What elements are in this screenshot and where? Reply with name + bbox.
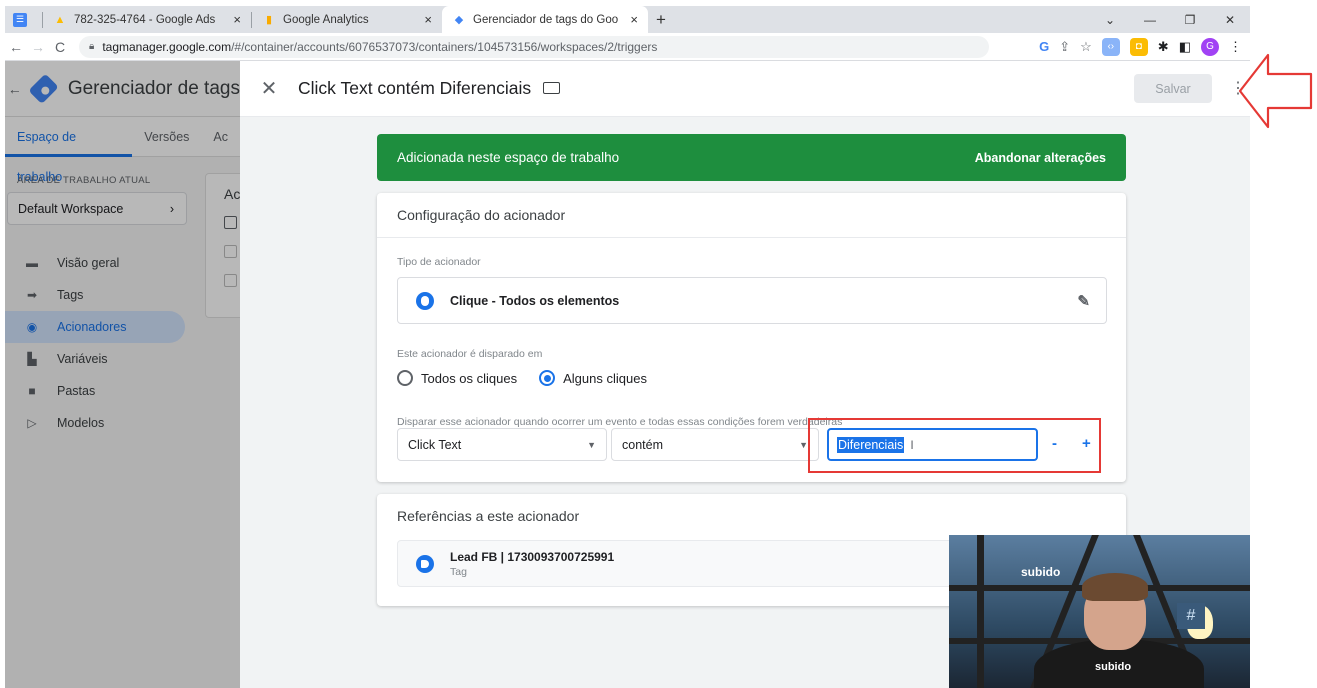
condition-operator-value: contém (622, 437, 663, 452)
url-input[interactable]: 🔒︎ tagmanager.google.com /#/container/ac… (79, 35, 989, 58)
tag-manager-icon: ◆ (454, 14, 464, 26)
tab-search-icon: ☰ (13, 12, 27, 27)
trigger-type-label: Tipo de acionador (397, 256, 481, 268)
window-controls: ⌄ — ❐ ✕ (1090, 6, 1250, 33)
condition-operator-select[interactable]: contém ▼ (611, 428, 819, 461)
tab-google-ads[interactable]: ▲ 782-325-4764 - Google Ads × (43, 6, 251, 33)
modal-scrim[interactable] (5, 61, 240, 688)
avatar[interactable]: G (1201, 37, 1219, 56)
folder-icon[interactable] (543, 81, 561, 94)
reload-icon[interactable]: C (49, 39, 71, 55)
caret-down-icon: ▼ (587, 439, 596, 450)
close-icon[interactable]: × (424, 12, 432, 27)
address-bar: ← → C 🔒︎ tagmanager.google.com /#/contai… (5, 33, 1250, 61)
trigger-type-value: Clique - Todos os elementos (450, 293, 620, 308)
browser-tabstrip: ☰ ▲ 782-325-4764 - Google Ads × ▮ Google… (5, 6, 1250, 33)
url-path: /#/container/accounts/6076537073/contain… (231, 39, 658, 54)
webcam-overlay: subido # subido (949, 535, 1250, 688)
url-host: tagmanager.google.com (102, 39, 232, 54)
card-title: Referências a este acionador (397, 508, 580, 524)
toolbar-actions: G ⇪ ☆ ‹› ◘ ✱ ◧ G ⋮ (1039, 37, 1250, 56)
tag-icon (416, 554, 434, 573)
puzzle-icon[interactable]: ✱ (1158, 39, 1169, 55)
condition-label: Disparar esse acionador quando ocorrer u… (397, 416, 843, 428)
person-hair (1082, 573, 1148, 601)
close-icon[interactable]: × (233, 12, 241, 27)
tab-google-analytics[interactable]: ▮ Google Analytics × (252, 6, 442, 33)
tab-tag-manager[interactable]: ◆ Gerenciador de tags do Google × (442, 6, 648, 33)
tab-title: Gerenciador de tags do Google (473, 13, 619, 26)
radio-some-clicks[interactable] (539, 370, 556, 386)
shirt-brand: subido (1095, 661, 1132, 673)
share-icon[interactable]: ⇪ (1059, 39, 1070, 55)
fires-on-label: Este acionador é disparado em (397, 348, 543, 360)
discard-changes-button[interactable]: Abandonar alterações (975, 151, 1106, 165)
fires-on-options: Todos os cliques Alguns cliques (397, 370, 647, 386)
caret-down-icon: ▼ (799, 439, 808, 450)
google-ads-icon: ▲ (54, 13, 66, 26)
card-title: Configuração do acionador (397, 207, 566, 223)
webcam-brand-sign: subido (1021, 565, 1061, 579)
radio-some-clicks-label[interactable]: Alguns cliques (563, 371, 647, 386)
editor-header: ✕ Click Text contém Diferenciais Salvar … (240, 61, 1250, 117)
workspace-status-banner: Adicionada neste espaço de trabalho Aban… (377, 134, 1126, 181)
tab-title: Google Analytics (283, 13, 369, 26)
new-tab-button[interactable]: + (648, 6, 674, 33)
tab-title: 782-325-4764 - Google Ads (74, 13, 216, 26)
trigger-name[interactable]: Click Text contém Diferenciais (298, 78, 531, 99)
extension-icon[interactable]: ‹› (1101, 37, 1120, 56)
annotation-highlight-box (808, 418, 1101, 473)
reference-text: Lead FB | 1730093700725991 Tag (450, 550, 614, 578)
chevron-down-icon[interactable]: ⌄ (1090, 13, 1130, 27)
side-panel-icon[interactable]: ◧ (1179, 39, 1191, 55)
save-button[interactable]: Salvar (1134, 74, 1212, 103)
shelf-post (977, 535, 984, 688)
extension-icon[interactable]: ◘ (1129, 37, 1148, 56)
divider (377, 237, 1126, 238)
close-icon[interactable]: × (630, 12, 638, 27)
lock-icon: 🔒︎ (89, 41, 95, 52)
reference-name: Lead FB | 1730093700725991 (450, 549, 615, 564)
browser-menu-button[interactable]: ☰ (5, 6, 42, 33)
condition-variable-select[interactable]: Click Text ▼ (397, 428, 607, 461)
radio-all-clicks[interactable] (397, 370, 413, 386)
google-icon[interactable]: G (1039, 39, 1049, 54)
minimize-icon[interactable]: — (1130, 13, 1170, 27)
close-icon[interactable]: ✕ (240, 76, 298, 101)
hashtag-sign: # (1177, 603, 1205, 629)
banner-text: Adicionada neste espaço de trabalho (397, 150, 620, 165)
radio-all-clicks-label[interactable]: Todos os cliques (421, 371, 517, 386)
pencil-icon[interactable]: ✎ (1077, 292, 1090, 310)
condition-variable-value: Click Text (408, 437, 462, 452)
bookmark-star-icon[interactable]: ☆ (1080, 39, 1092, 55)
reference-type: Tag (450, 565, 467, 578)
trigger-type-selector[interactable]: Clique - Todos os elementos ✎ (397, 277, 1107, 324)
annotation-arrow-icon (1238, 53, 1313, 129)
google-analytics-icon: ▮ (265, 14, 273, 26)
restore-icon[interactable]: ❐ (1170, 13, 1210, 27)
back-arrow-icon[interactable]: ← (5, 39, 27, 55)
mouse-click-icon (416, 291, 434, 310)
close-window-icon[interactable]: ✕ (1210, 13, 1250, 27)
forward-arrow-icon[interactable]: → (27, 39, 49, 55)
